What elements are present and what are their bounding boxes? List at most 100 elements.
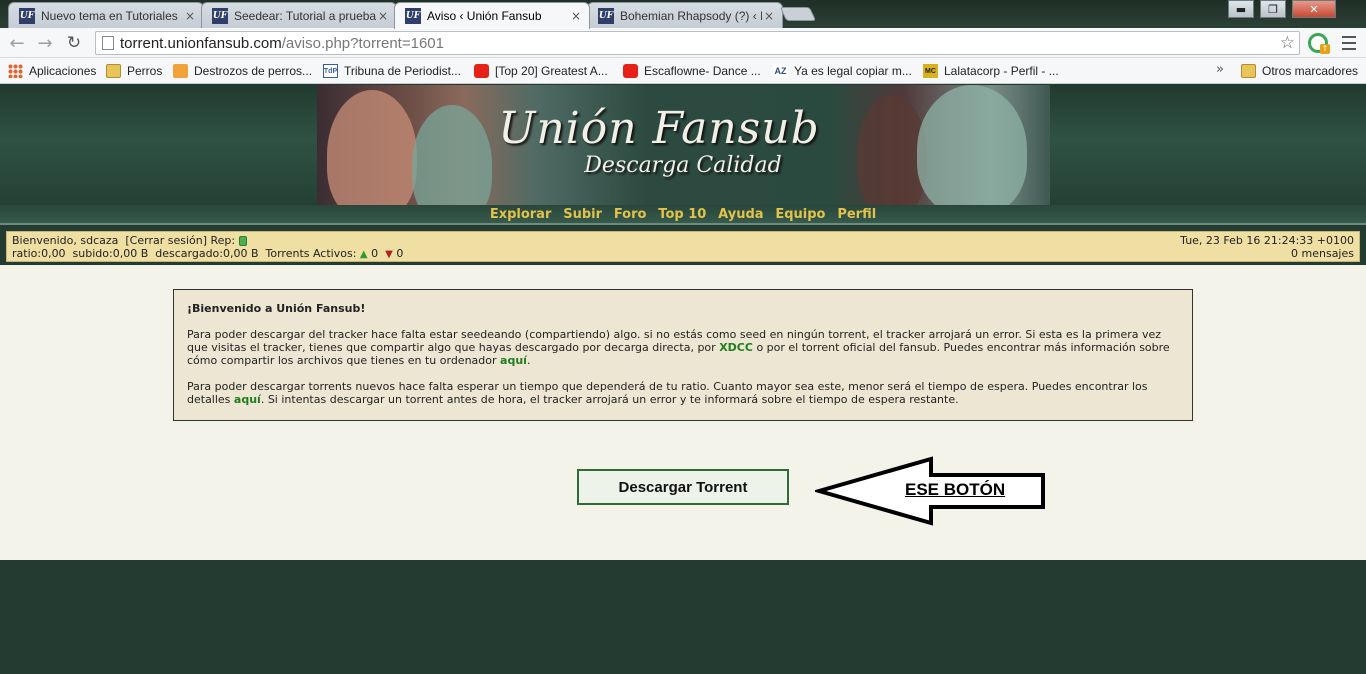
nav-foro[interactable]: Foro <box>614 207 647 222</box>
notice-paragraph: Para poder descargar torrents nuevos hac… <box>187 380 1179 406</box>
leeching-arrow-icon: ▼ <box>385 249 393 260</box>
xdcc-link[interactable]: XDCC <box>719 341 753 354</box>
nav-perfil[interactable]: Perfil <box>837 207 876 222</box>
nav-top10[interactable]: Top 10 <box>658 207 706 222</box>
bookmark-label: Destrozos de perros... <box>194 64 313 78</box>
bookmark-label: [Top 20] Greatest A... <box>495 64 608 78</box>
share-help-link[interactable]: aquí <box>500 354 527 367</box>
forward-arrow-icon[interactable]: → <box>34 33 56 54</box>
tab-close-icon[interactable]: × <box>376 9 390 23</box>
bookmark-label: Aplicaciones <box>29 64 97 78</box>
url-path: /aviso.php?torrent=1601 <box>281 34 444 52</box>
extension-badge-icon: ↑ <box>1320 44 1330 54</box>
messages-link[interactable]: 0 mensajes <box>1180 247 1354 260</box>
back-arrow-icon[interactable]: ← <box>6 33 28 54</box>
restore-button[interactable]: ❐ <box>1260 0 1286 18</box>
welcome-text: Bienvenido, sdcaza <box>12 234 119 247</box>
page-footer <box>0 560 1366 674</box>
minimize-button[interactable]: ▬ <box>1228 0 1254 18</box>
bookmark-item[interactable]: TdP Tribuna de Periodist... <box>323 62 461 80</box>
site-subtitle-text: Descarga Calidad <box>584 153 782 178</box>
youtube-icon <box>474 64 489 78</box>
unionfansub-favicon-icon: UF <box>212 7 228 24</box>
folder-icon <box>1241 64 1256 78</box>
bookmark-item[interactable]: AZ Ya es legal copiar m... <box>773 62 912 80</box>
user-status-bar: Bienvenido, sdcaza [Cerrar sesión] Rep: … <box>6 231 1360 262</box>
notice-heading: ¡Bienvenido a Unión Fansub! <box>187 302 366 315</box>
site-title-text: Unión Fansub <box>498 103 820 154</box>
browser-toolbar: ← → ↻ torrent.unionfansub.com/aviso.php?… <box>0 28 1366 58</box>
notice-text: . Si intentas descargar un torrent antes… <box>260 393 959 406</box>
browser-tab[interactable]: UF Seedear: Tutorial a prueba × <box>201 2 397 28</box>
site-banner: Unión Fansub Descarga Calidad <box>0 85 1366 205</box>
nav-equipo[interactable]: Equipo <box>775 207 825 222</box>
other-bookmarks-folder[interactable]: Otros marcadores <box>1241 62 1358 80</box>
bookmark-folder[interactable]: Perros <box>106 62 162 80</box>
mc-icon: MC <box>923 64 938 78</box>
bookmarks-bar: Aplicaciones Perros Destrozos de perros.… <box>0 58 1366 84</box>
apps-icon <box>8 64 23 78</box>
bookmark-label: Otros marcadores <box>1262 64 1359 78</box>
bookmarks-overflow-chevron-icon[interactable]: » <box>1216 62 1224 77</box>
bookmark-label: Ya es legal copiar m... <box>794 64 912 78</box>
url-text: torrent.unionfansub.com/aviso.php?torren… <box>120 35 444 52</box>
az-icon: AZ <box>773 64 788 78</box>
unionfansub-favicon-icon: UF <box>405 8 421 24</box>
bookmark-label: Perros <box>127 64 163 78</box>
user-stats: ratio:0,00 subido:0,00 B descargado:0,00… <box>12 247 357 260</box>
notice-paragraph: Para poder descargar del tracker hace fa… <box>187 328 1179 367</box>
reputation-icon <box>238 236 247 246</box>
web-page: Unión Fansub Descarga Calidad Explorar S… <box>0 85 1366 674</box>
tab-strip: UF Nuevo tema en Tutoriales × UF Seedear… <box>0 0 1366 29</box>
browser-tab-active[interactable]: UF Aviso ‹ Unión Fansub × <box>394 2 590 29</box>
address-bar[interactable]: torrent.unionfansub.com/aviso.php?torren… <box>95 31 1300 55</box>
chrome-menu-icon[interactable] <box>1342 33 1356 53</box>
site-logo-subtitle: Descarga Calidad <box>0 153 1366 178</box>
site-nav: Explorar Subir Foro Top 10 Ayuda Equipo … <box>0 205 1366 225</box>
browser-tab[interactable]: UF Nuevo tema en Tutoriales × <box>8 2 204 28</box>
bookmark-star-icon[interactable]: ☆ <box>1280 33 1295 53</box>
folder-icon <box>106 64 121 78</box>
wait-details-link[interactable]: aquí <box>234 393 261 406</box>
new-tab-button[interactable] <box>779 7 817 21</box>
bookmark-apps[interactable]: Aplicaciones <box>8 62 96 80</box>
tab-title: Aviso ‹ Unión Fansub <box>427 9 542 23</box>
welcome-notice-box: ¡Bienvenido a Unión Fansub! Para poder d… <box>173 289 1193 421</box>
seeding-count: 0 <box>371 247 379 260</box>
bookmark-label: Lalatacorp - Perfil - ... <box>944 64 1059 78</box>
url-host: torrent.unionfansub.com <box>120 34 282 52</box>
window-close-button[interactable]: ✕ <box>1292 0 1336 18</box>
tab-title: Seedear: Tutorial a prueba <box>234 8 376 23</box>
orange-page-icon <box>173 64 188 78</box>
main-content: ¡Bienvenido a Unión Fansub! Para poder d… <box>0 265 1366 560</box>
bookmark-item[interactable]: [Top 20] Greatest A... <box>474 62 608 80</box>
nav-subir[interactable]: Subir <box>563 207 602 222</box>
rep-label: Rep: <box>210 234 236 247</box>
download-torrent-button[interactable]: Descargar Torrent <box>577 469 789 505</box>
tab-close-icon[interactable]: × <box>183 9 197 23</box>
tab-title: Bohemian Rhapsody (?) ‹ D <box>620 8 762 23</box>
browser-tab[interactable]: UF Bohemian Rhapsody (?) ‹ D × <box>587 2 783 28</box>
server-datetime: Tue, 23 Feb 16 21:24:33 +0100 <box>1180 234 1354 247</box>
bookmark-item[interactable]: MC Lalatacorp - Perfil - ... <box>923 62 1059 80</box>
unionfansub-favicon-icon: UF <box>598 7 614 24</box>
annotation-label: ESE BOTÓN <box>905 480 1006 499</box>
tab-title: Nuevo tema en Tutoriales <box>41 8 178 23</box>
seeding-arrow-icon: ▲ <box>359 249 368 260</box>
site-logo-title[interactable]: Unión Fansub <box>0 103 1366 154</box>
tdp-icon: TdP <box>323 64 338 78</box>
bookmark-item[interactable]: Escaflowne- Dance ... <box>623 62 761 80</box>
nav-explorar[interactable]: Explorar <box>490 207 552 222</box>
page-icon <box>102 36 114 50</box>
unionfansub-favicon-icon: UF <box>19 7 35 24</box>
nav-ayuda[interactable]: Ayuda <box>718 207 763 222</box>
tab-close-icon[interactable]: × <box>762 9 776 23</box>
notice-text: . <box>526 354 531 367</box>
bookmark-label: Escaflowne- Dance ... <box>644 64 761 78</box>
bookmark-item[interactable]: Destrozos de perros... <box>173 62 312 80</box>
tab-close-icon[interactable]: × <box>569 9 583 23</box>
leeching-count: 0 <box>396 247 404 260</box>
logout-link[interactable]: [Cerrar sesión] <box>125 234 207 247</box>
bookmark-label: Tribuna de Periodist... <box>344 64 461 78</box>
reload-icon[interactable]: ↻ <box>63 33 85 53</box>
